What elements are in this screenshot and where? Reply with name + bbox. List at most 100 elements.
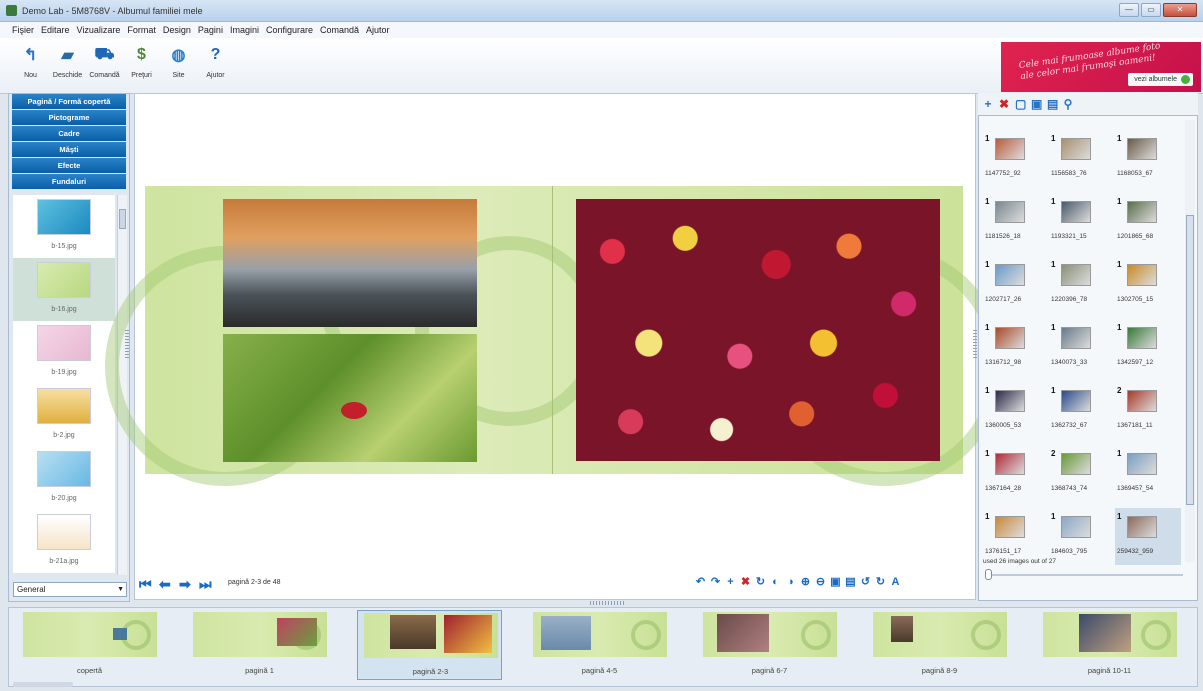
- image-item[interactable]: 1 1302705_15: [1115, 256, 1181, 313]
- zoom-out-icon[interactable]: ⊖: [815, 576, 826, 589]
- menu-item[interactable]: Pagini: [198, 25, 223, 35]
- category-dropdown[interactable]: General ▼: [13, 582, 127, 597]
- photo-roses[interactable]: [576, 199, 940, 461]
- filmstrip-page[interactable]: pagină 2-3: [357, 610, 502, 680]
- rotate-left-icon[interactable]: ↺: [860, 576, 871, 589]
- bottom-splitter-grip[interactable]: [590, 601, 626, 605]
- last-page-icon[interactable]: ⏭: [199, 576, 212, 593]
- background-item[interactable]: b-15.jpg: [13, 195, 115, 258]
- toolbar-button-2[interactable]: ⛟ Comandă: [86, 38, 123, 93]
- image-item[interactable]: 1 1362732_67: [1049, 382, 1115, 439]
- select-all-icon[interactable]: ▢: [1015, 98, 1026, 110]
- background-item[interactable]: b-21a.jpg: [13, 510, 115, 573]
- filmstrip-page[interactable]: copertă: [17, 610, 162, 680]
- category-tab[interactable]: Efecte: [12, 158, 126, 173]
- image-item[interactable]: 2 1367181_11: [1115, 382, 1181, 439]
- scrollbar-thumb[interactable]: [119, 209, 126, 229]
- background-item[interactable]: b-19.jpg: [13, 321, 115, 384]
- toolbar-button-1[interactable]: ▰ Deschide: [49, 38, 86, 93]
- image-item[interactable]: 1 1376151_17: [983, 508, 1049, 565]
- text-icon[interactable]: A: [890, 576, 901, 589]
- first-page-icon[interactable]: ⏮: [139, 576, 152, 593]
- send-back-icon[interactable]: ▤: [845, 576, 856, 589]
- image-item[interactable]: 2 1368743_74: [1049, 445, 1115, 502]
- menu-item[interactable]: Comandă: [320, 25, 359, 35]
- add-image-icon[interactable]: +: [983, 98, 993, 110]
- menu-item[interactable]: Design: [163, 25, 191, 35]
- print-icon[interactable]: ▤: [1047, 98, 1058, 110]
- category-tab[interactable]: Pagină / Formă copertă: [12, 94, 126, 109]
- image-item[interactable]: 1 1202717_26: [983, 256, 1049, 313]
- menu-item[interactable]: Fişier: [12, 25, 34, 35]
- image-item[interactable]: 1 1316712_98: [983, 319, 1049, 376]
- menu-item[interactable]: Ajutor: [366, 25, 390, 35]
- toolbar-button-5[interactable]: ? Ajutor: [197, 38, 234, 93]
- image-item[interactable]: 1 1367164_28: [983, 445, 1049, 502]
- images-scrollbar[interactable]: [1185, 120, 1195, 562]
- sort-icon[interactable]: ▣: [1031, 98, 1042, 110]
- help-icon: ?: [210, 46, 221, 63]
- remove-image-icon[interactable]: ✖: [999, 98, 1009, 110]
- add-icon[interactable]: +: [725, 576, 736, 589]
- filmstrip-page[interactable]: pagină 1: [187, 610, 332, 680]
- zoom-in-icon[interactable]: ⊕: [800, 576, 811, 589]
- image-item[interactable]: 1 1369457_54: [1115, 445, 1181, 502]
- slider-knob[interactable]: [985, 569, 992, 580]
- menu-item[interactable]: Editare: [41, 25, 70, 35]
- filmstrip-page[interactable]: pagină 10-11: [1037, 610, 1182, 680]
- image-item[interactable]: 1 1156583_76: [1049, 130, 1115, 187]
- flip-horizontal-icon[interactable]: ◐: [770, 576, 781, 589]
- undo-icon[interactable]: ↶: [695, 576, 706, 589]
- filmstrip-scrollbar[interactable]: [13, 682, 73, 687]
- next-page-icon[interactable]: ➡: [179, 576, 191, 593]
- image-item[interactable]: 1 1360005_53: [983, 382, 1049, 439]
- image-item[interactable]: 1 1340073_33: [1049, 319, 1115, 376]
- previous-page-icon[interactable]: ⬅: [159, 576, 171, 593]
- thumbnail-size-slider[interactable]: [985, 569, 1183, 580]
- menu-item[interactable]: Imagini: [230, 25, 259, 35]
- menu-item[interactable]: Format: [127, 25, 156, 35]
- promo-banner[interactable]: Cele mai frumoase albume foto ale celor …: [1001, 42, 1201, 92]
- category-tab[interactable]: Pictograme: [12, 110, 126, 125]
- image-item[interactable]: 1 1181526_18: [983, 193, 1049, 250]
- right-splitter-grip[interactable]: [973, 330, 977, 360]
- close-button[interactable]: ✕: [1163, 3, 1197, 17]
- image-item[interactable]: 1 1220396_78: [1049, 256, 1115, 313]
- photo-family-beach[interactable]: [223, 199, 477, 327]
- redo-icon[interactable]: ↷: [710, 576, 721, 589]
- filmstrip-page[interactable]: pagină 6-7: [697, 610, 842, 680]
- image-item[interactable]: 1 1193321_15: [1049, 193, 1115, 250]
- image-item[interactable]: 1 1147752_92: [983, 130, 1049, 187]
- category-tab[interactable]: Fundaluri: [12, 174, 126, 189]
- image-item[interactable]: 1 1168053_67: [1115, 130, 1181, 187]
- image-item[interactable]: 1 1201865_68: [1115, 193, 1181, 250]
- page-spread[interactable]: [105, 186, 1005, 486]
- bring-front-icon[interactable]: ▣: [830, 576, 841, 589]
- image-item[interactable]: 1 259432_959: [1115, 508, 1181, 565]
- filmstrip-page[interactable]: pagină 8-9: [867, 610, 1012, 680]
- scrollbar-thumb[interactable]: [1186, 215, 1194, 505]
- rotate-right-icon[interactable]: ↻: [875, 576, 886, 589]
- background-item[interactable]: b-2.jpg: [13, 384, 115, 447]
- photo-grass-ladybug[interactable]: [223, 334, 477, 462]
- delete-icon[interactable]: ✖: [740, 576, 751, 589]
- menu-item[interactable]: Vizualizare: [77, 25, 121, 35]
- image-thumbnail: [995, 138, 1025, 160]
- image-item[interactable]: 1 184603_795: [1049, 508, 1115, 565]
- background-item[interactable]: b-16.jpg: [13, 258, 115, 321]
- filmstrip-page[interactable]: pagină 4-5: [527, 610, 672, 680]
- maximize-button[interactable]: ▭: [1141, 3, 1161, 17]
- menu-item[interactable]: Configurare: [266, 25, 313, 35]
- filter-icon[interactable]: ⚲: [1063, 98, 1073, 110]
- category-tab[interactable]: Măşti: [12, 142, 126, 157]
- background-item[interactable]: b-20.jpg: [13, 447, 115, 510]
- toolbar-button-4[interactable]: ◍ Site: [160, 38, 197, 93]
- category-tab[interactable]: Cadre: [12, 126, 126, 141]
- flip-vertical-icon[interactable]: ◑: [785, 576, 796, 589]
- minimize-button[interactable]: —: [1119, 3, 1139, 17]
- rotate-icon[interactable]: ↻: [755, 576, 766, 589]
- view-albums-button[interactable]: vezi albumele: [1128, 73, 1193, 86]
- toolbar-button-3[interactable]: $ Preţuri: [123, 38, 160, 93]
- toolbar-button-0[interactable]: ↰ Nou: [12, 38, 49, 93]
- image-item[interactable]: 1 1342597_12: [1115, 319, 1181, 376]
